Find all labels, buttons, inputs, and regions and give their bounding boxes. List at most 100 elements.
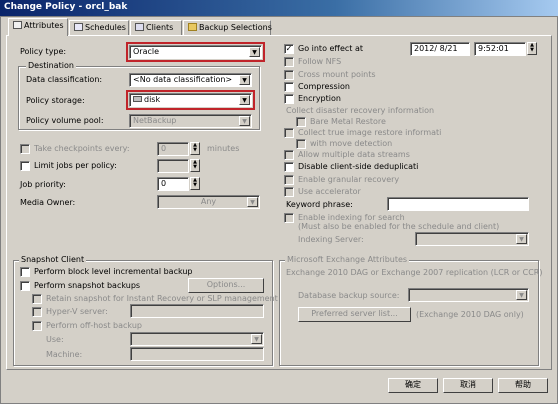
offhost-label: Perform off-host backup bbox=[46, 321, 142, 330]
collect-tir-label: Collect true image restore informati bbox=[298, 128, 442, 137]
cross-mount-label: Cross mount points bbox=[298, 70, 376, 79]
limit-jobs-label: Limit jobs per policy: bbox=[34, 161, 117, 170]
allow-multiple-checkbox[interactable] bbox=[284, 150, 294, 160]
policy-storage-value: disk bbox=[144, 95, 161, 104]
attributes-icon bbox=[13, 21, 22, 29]
compression-checkbox[interactable] bbox=[284, 82, 294, 92]
indexing-server-label: Indexing Server: bbox=[298, 235, 364, 244]
bare-metal-label: Bare Metal Restore bbox=[310, 117, 386, 126]
tab-schedules-label: Schedules bbox=[85, 23, 126, 32]
retain-snapshot-label: Retain snapshot for Instant Recovery or … bbox=[46, 294, 278, 303]
encryption-label: Encryption bbox=[298, 94, 341, 103]
retain-snapshot-checkbox[interactable] bbox=[32, 294, 42, 304]
cancel-button[interactable]: 取消 bbox=[443, 378, 493, 393]
db-backup-source-select[interactable]: ▼ bbox=[408, 288, 529, 302]
minutes-label: minutes bbox=[207, 144, 240, 153]
chevron-down-icon[interactable]: ▼ bbox=[251, 334, 262, 344]
collect-dr-label: Collect disaster recovery information bbox=[286, 106, 435, 115]
media-owner-label: Media Owner: bbox=[20, 198, 76, 207]
job-priority-label: Job priority: bbox=[20, 180, 66, 189]
enable-indexing-note: (Must also be enabled for the schedule a… bbox=[298, 222, 500, 231]
chevron-down-icon[interactable]: ▼ bbox=[516, 234, 527, 244]
hyperv-checkbox[interactable] bbox=[32, 307, 42, 317]
job-priority-input[interactable]: 0 bbox=[157, 177, 189, 191]
use-accelerator-checkbox[interactable] bbox=[284, 187, 294, 197]
hyperv-label: Hyper-V server: bbox=[46, 307, 108, 316]
block-level-label: Perform block level incremental backup bbox=[34, 267, 193, 276]
follow-nfs-label: Follow NFS bbox=[298, 57, 342, 66]
block-level-checkbox[interactable] bbox=[20, 267, 30, 277]
disk-icon bbox=[133, 96, 142, 102]
preferred-server-button[interactable]: Preferred server list... bbox=[298, 307, 411, 322]
limit-jobs-spinner[interactable]: ▲ ▼ bbox=[190, 159, 200, 172]
policy-storage-label: Policy storage: bbox=[26, 96, 85, 105]
use-label: Use: bbox=[46, 335, 64, 344]
hyperv-input[interactable] bbox=[130, 304, 264, 318]
media-owner-value: Any bbox=[200, 197, 217, 206]
allow-multiple-label: Allow multiple data streams bbox=[298, 150, 410, 159]
tab-backup-selections-label: Backup Selections bbox=[199, 23, 272, 32]
snapshot-backups-label: Perform snapshot backups bbox=[34, 281, 141, 290]
snapshot-options-button[interactable]: Options... bbox=[188, 278, 264, 293]
take-checkpoints-label: Take checkpoints every: bbox=[34, 144, 130, 153]
exchange-title: Microsoft Exchange Attributes bbox=[285, 255, 410, 264]
policy-type-label: Policy type: bbox=[20, 47, 67, 56]
chevron-down-icon[interactable]: ▼ bbox=[239, 95, 250, 105]
indexing-server-select[interactable]: ▼ bbox=[415, 232, 529, 246]
tab-attributes-label: Attributes bbox=[24, 21, 64, 30]
limit-jobs-checkbox[interactable] bbox=[20, 161, 30, 171]
chevron-down-icon[interactable]: ▼ bbox=[516, 290, 527, 300]
enable-granular-checkbox[interactable] bbox=[284, 175, 294, 185]
encryption-checkbox[interactable] bbox=[284, 94, 294, 104]
chevron-down-icon[interactable]: ▼ bbox=[239, 75, 250, 85]
policy-type-value: Oracle bbox=[133, 47, 160, 56]
go-into-effect-date[interactable]: 2012/ 8/21 bbox=[410, 42, 470, 56]
with-move-label: with move detection bbox=[310, 139, 393, 148]
bare-metal-checkbox[interactable] bbox=[296, 117, 306, 127]
collect-tir-checkbox[interactable] bbox=[284, 128, 294, 138]
chevron-down-icon[interactable]: ▼ bbox=[239, 116, 250, 126]
go-into-effect-time[interactable]: 9:52:01 bbox=[474, 42, 526, 56]
destination-title: Destination bbox=[26, 61, 76, 70]
chevron-down-icon[interactable]: ▼ bbox=[249, 47, 260, 57]
use-accelerator-label: Use accelerator bbox=[298, 187, 361, 196]
cross-mount-checkbox[interactable] bbox=[284, 70, 294, 80]
go-into-effect-label: Go into effect at bbox=[298, 44, 363, 53]
policy-volume-pool-select[interactable]: NetBackup ▼ bbox=[129, 114, 252, 128]
keyword-phrase-input[interactable] bbox=[387, 197, 529, 211]
data-classification-label: Data classification: bbox=[26, 75, 103, 84]
schedules-icon bbox=[74, 23, 83, 31]
offhost-use-select[interactable]: ▼ bbox=[130, 332, 264, 346]
preferred-note: (Exchange 2010 DAG only) bbox=[416, 310, 524, 319]
enable-granular-label: Enable granular recovery bbox=[298, 175, 400, 184]
take-checkpoints-input[interactable]: 0 bbox=[157, 142, 189, 156]
time-spinner[interactable]: ▲ ▼ bbox=[527, 42, 537, 55]
chevron-down-icon[interactable]: ▼ bbox=[247, 197, 258, 207]
take-checkpoints-checkbox[interactable] bbox=[20, 144, 30, 154]
tab-attributes[interactable]: Attributes bbox=[8, 18, 68, 36]
policy-type-select[interactable]: Oracle ▼ bbox=[126, 42, 265, 62]
with-move-checkbox[interactable] bbox=[296, 139, 306, 149]
media-owner-select[interactable]: Any ▼ bbox=[157, 195, 260, 209]
data-classification-select[interactable]: <No data classification> ▼ bbox=[129, 73, 252, 87]
follow-nfs-checkbox[interactable] bbox=[284, 57, 294, 67]
ok-button[interactable]: 确定 bbox=[388, 378, 438, 393]
help-button[interactable]: 帮助 bbox=[498, 378, 548, 393]
tab-schedules[interactable]: Schedules bbox=[69, 20, 129, 35]
disable-dedup-label: Disable client-side deduplicati bbox=[298, 162, 419, 171]
go-into-effect-checkbox[interactable]: ✓ bbox=[284, 44, 294, 54]
machine-label: Machine: bbox=[46, 350, 83, 359]
limit-jobs-input[interactable] bbox=[157, 159, 189, 173]
offhost-checkbox[interactable] bbox=[32, 321, 42, 331]
disable-dedup-checkbox[interactable] bbox=[284, 162, 294, 172]
job-priority-spinner[interactable]: ▲ ▼ bbox=[190, 177, 200, 190]
machine-input[interactable] bbox=[130, 347, 264, 361]
enable-indexing-checkbox[interactable] bbox=[284, 213, 294, 223]
keyword-phrase-label: Keyword phrase: bbox=[286, 200, 353, 209]
snapshot-backups-checkbox[interactable] bbox=[20, 281, 30, 291]
policy-storage-select[interactable]: disk ▼ bbox=[126, 90, 255, 110]
tab-backup-selections[interactable]: Backup Selections bbox=[183, 20, 272, 35]
checkpoints-spinner[interactable]: ▲ ▼ bbox=[190, 142, 200, 155]
policy-volume-pool-label: Policy volume pool: bbox=[26, 116, 104, 125]
tab-clients[interactable]: Clients bbox=[130, 20, 182, 35]
